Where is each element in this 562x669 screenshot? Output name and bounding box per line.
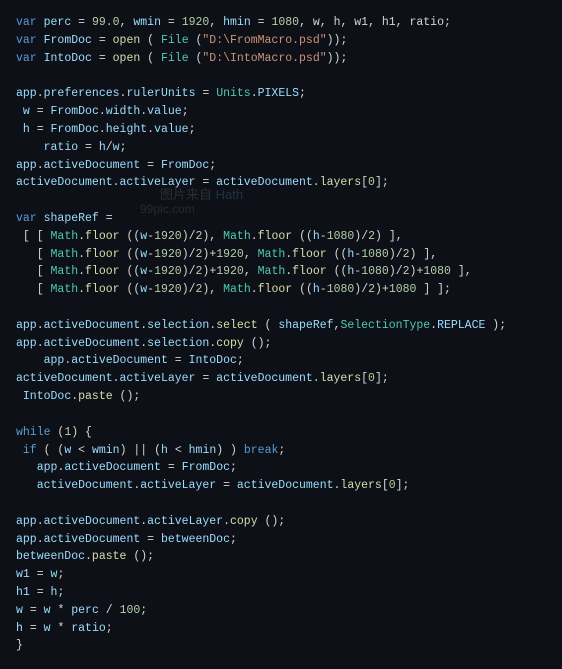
code-line-32: w1 = w; bbox=[16, 566, 546, 584]
code-line-5: app.preferences.rulerUnits = Units.PIXEL… bbox=[16, 85, 546, 103]
code-line-20: app.activeDocument = IntoDoc; bbox=[16, 352, 546, 370]
code-line-25: if ( (w < wmin) || (h < hmin) ) break; bbox=[16, 442, 546, 460]
code-line-26: app.activeDocument = FromDoc; bbox=[16, 459, 546, 477]
code-line-9: app.activeDocument = FromDoc; bbox=[16, 157, 546, 175]
code-line-19: app.activeDocument.selection.copy (); bbox=[16, 335, 546, 353]
code-line-6: w = FromDoc.width.value; bbox=[16, 103, 546, 121]
code-line-1: var perc = 99.0, wmin = 1920, hmin = 108… bbox=[16, 14, 546, 32]
code-line-8: ratio = h/w; bbox=[16, 139, 546, 157]
code-line-21: activeDocument.activeLayer = activeDocum… bbox=[16, 370, 546, 388]
code-line-27: activeDocument.activeLayer = activeDocum… bbox=[16, 477, 546, 495]
code-editor: var perc = 99.0, wmin = 1920, hmin = 108… bbox=[0, 0, 562, 669]
code-line-14: [ Math.floor ((w-1920)/2)+1920, Math.flo… bbox=[16, 246, 546, 264]
code-line-31: betweenDoc.paste (); bbox=[16, 548, 546, 566]
code-line-4 bbox=[16, 67, 546, 85]
code-line-16: [ Math.floor ((w-1920)/2), Math.floor ((… bbox=[16, 281, 546, 299]
code-line-10: activeDocument.activeLayer = activeDocum… bbox=[16, 174, 546, 192]
code-line-24: while (1) { bbox=[16, 424, 546, 442]
code-line-12: var shapeRef = bbox=[16, 210, 546, 228]
code-line-7: h = FromDoc.height.value; bbox=[16, 121, 546, 139]
code-line-15: [ Math.floor ((w-1920)/2)+1920, Math.flo… bbox=[16, 263, 546, 281]
code-line-17 bbox=[16, 299, 546, 317]
code-line-28 bbox=[16, 495, 546, 513]
code-line-18: app.activeDocument.selection.select ( sh… bbox=[16, 317, 546, 335]
code-line-22: IntoDoc.paste (); bbox=[16, 388, 546, 406]
code-line-3: var IntoDoc = open ( File ("D:\IntoMacro… bbox=[16, 50, 546, 68]
code-line-34: w = w * perc / 100; bbox=[16, 602, 546, 620]
code-line-2: var FromDoc = open ( File ("D:\FromMacro… bbox=[16, 32, 546, 50]
code-line-33: h1 = h; bbox=[16, 584, 546, 602]
code-line-11 bbox=[16, 192, 546, 210]
code-line-30: app.activeDocument = betweenDoc; bbox=[16, 531, 546, 549]
code-line-36: } bbox=[16, 637, 546, 655]
code-line-35: h = w * ratio; bbox=[16, 620, 546, 638]
code-line-23 bbox=[16, 406, 546, 424]
code-line-13: [ [ Math.floor ((w-1920)/2), Math.floor … bbox=[16, 228, 546, 246]
code-line-29: app.activeDocument.activeLayer.copy (); bbox=[16, 513, 546, 531]
